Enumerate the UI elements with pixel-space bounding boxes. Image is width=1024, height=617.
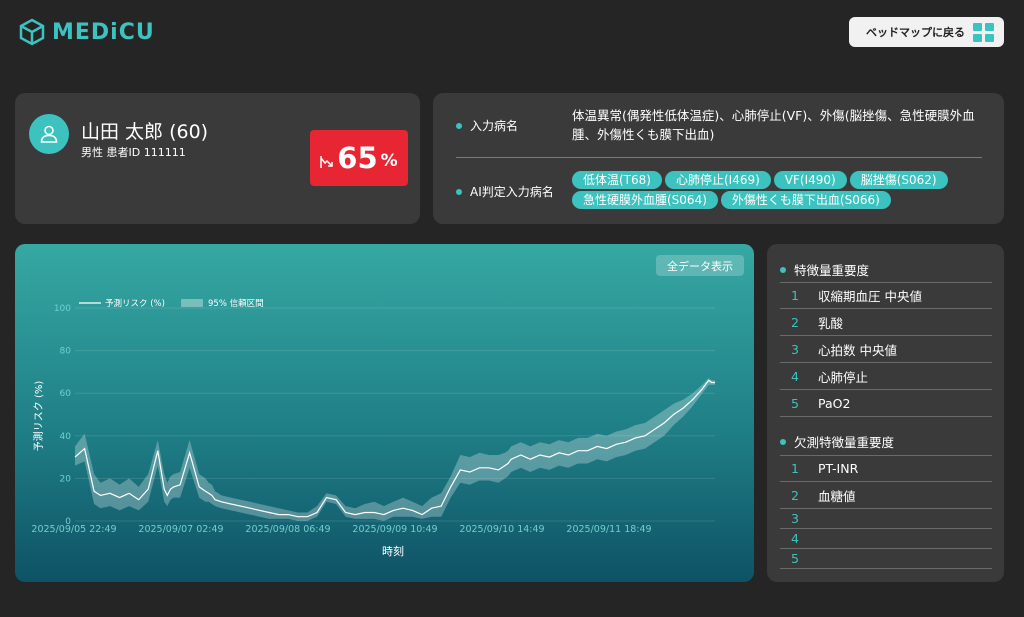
diagnosis-tag: 心肺停止(I469) — [664, 171, 771, 189]
trend-down-icon — [320, 156, 334, 168]
missing-feature-title-text: 欠測特徴量重要度 — [794, 435, 895, 450]
input-diagnosis-label-text: 入力病名 — [470, 119, 519, 133]
user-avatar-icon — [29, 114, 69, 154]
y-tick-label: 20 — [60, 474, 72, 484]
bullet-icon — [456, 122, 462, 129]
risk-unit: % — [380, 151, 398, 171]
input-diagnosis-text: 体温異常(偶発性低体温症)、心肺停止(VF)、外傷(脳挫傷、急性硬膜外血腫、外傷… — [572, 108, 975, 142]
x-tick-label: 2025/09/08 06:49 — [245, 524, 330, 535]
risk-badge: 65 % — [310, 130, 408, 186]
x-tick-label: 2025/09/10 14:49 — [459, 524, 544, 535]
diagnosis-tag: 外傷性くも膜下出血(S066) — [720, 191, 891, 209]
ai-diagnosis-tags: 低体温(T68) 心肺停止(I469) VF(I490) 脳挫傷(S062) 急… — [572, 171, 992, 209]
input-diagnosis-label: 入力病名 — [456, 117, 518, 134]
confidence-band — [75, 378, 715, 521]
missing-feature-list: 1 PT-INR 2 血糖値 3 4 5 — [780, 455, 992, 569]
feature-row: 3 心拍数 中央値 — [780, 336, 992, 363]
ai-diagnosis-label-text: AI判定入力病名 — [470, 185, 554, 199]
y-axis-label: 予測リスク (%) — [32, 381, 45, 452]
feature-row: 1 収縮期血圧 中央値 — [780, 282, 992, 309]
logo-text: MEDiCU — [52, 19, 155, 45]
legend-band-swatch — [181, 299, 203, 307]
y-tick-label: 100 — [54, 304, 71, 314]
risk-value: 65 — [337, 141, 378, 175]
divider — [456, 157, 982, 158]
diagnosis-tag: 脳挫傷(S062) — [849, 171, 948, 189]
legend-ci: 95% 信頼区間 — [208, 298, 264, 309]
app-header: MEDiCU ベッドマップに戻る — [0, 0, 1024, 64]
feature-row: 5 PaO2 — [780, 390, 992, 417]
diagnosis-tag: VF(I490) — [773, 171, 847, 189]
diagnosis-card: 入力病名 体温異常(偶発性低体温症)、心肺停止(VF)、外傷(脳挫傷、急性硬膜外… — [433, 93, 1004, 224]
missing-feature-row: 1 PT-INR — [780, 455, 992, 482]
patient-card: 山田 太郎 (60) 男性 患者ID 111111 65 % — [15, 93, 420, 224]
missing-feature-title: 欠測特徴量重要度 — [780, 432, 894, 451]
y-tick-label: 80 — [60, 347, 72, 357]
x-tick-label: 2025/09/09 10:49 — [352, 524, 437, 535]
ai-diagnosis-label: AI判定入力病名 — [456, 183, 554, 200]
feature-row: 4 心肺停止 — [780, 363, 992, 390]
y-tick-label: 60 — [60, 389, 72, 399]
feature-row: 2 乳酸 — [780, 309, 992, 336]
back-to-bedmap-button[interactable]: ベッドマップに戻る — [849, 17, 1004, 47]
missing-feature-row: 4 — [780, 529, 992, 549]
patient-info: 男性 患者ID 111111 — [81, 146, 186, 159]
risk-line-chart[interactable]: 020406080100 2025/09/05 22:49 2025/09/07 … — [15, 244, 754, 582]
feature-importance-card: 特徴量重要度 1 収縮期血圧 中央値 2 乳酸 3 心拍数 中央値 4 心肺停止 5 Pa… — [767, 244, 1004, 582]
app-logo[interactable]: MEDiCU — [18, 18, 155, 46]
bullet-icon — [780, 266, 786, 273]
x-tick-label: 2025/09/07 02:49 — [138, 524, 223, 535]
x-axis-label: 時刻 — [382, 544, 404, 558]
diagnosis-tag: 低体温(T68) — [572, 171, 662, 189]
diagnosis-tag: 急性硬膜外血腫(S064) — [572, 191, 718, 209]
logo-cube-icon — [19, 18, 45, 46]
y-tick-label: 40 — [60, 432, 72, 442]
bullet-icon — [780, 438, 786, 445]
missing-feature-row: 3 — [780, 509, 992, 529]
patient-name: 山田 太郎 (60) — [81, 121, 209, 143]
show-all-data-button[interactable]: 全データ表示 — [656, 255, 744, 276]
feature-list: 1 収縮期血圧 中央値 2 乳酸 3 心拍数 中央値 4 心肺停止 5 PaO2 — [780, 282, 992, 417]
grid-icon — [973, 22, 994, 42]
bullet-icon — [456, 188, 462, 195]
feature-importance-title-text: 特徴量重要度 — [794, 263, 870, 278]
x-tick-label: 2025/09/11 18:49 — [566, 524, 651, 535]
legend-risk: 予測リスク (%) — [105, 298, 165, 309]
x-tick-label: 2025/09/05 22:49 — [31, 524, 116, 535]
feature-importance-title: 特徴量重要度 — [780, 260, 869, 279]
risk-chart-card: 0 20 40 60 80 100 2025/09/05 22:49 2025/09/07 … — [15, 244, 754, 582]
missing-feature-row: 2 血糖値 — [780, 482, 992, 509]
missing-feature-row: 5 — [780, 549, 992, 569]
back-to-bedmap-label: ベッドマップに戻る — [866, 26, 965, 39]
